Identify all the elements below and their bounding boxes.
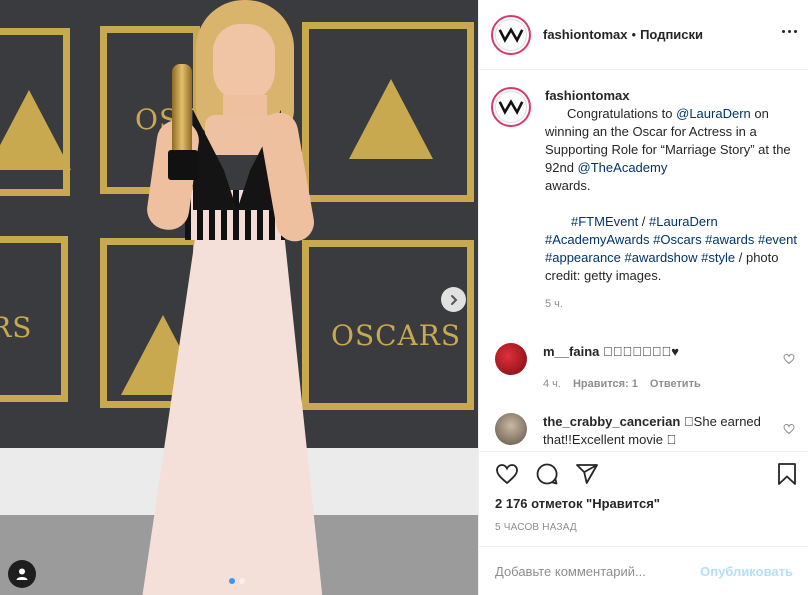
comment-input[interactable]	[495, 564, 701, 579]
post-media[interactable]: OSCARS ARS OSCARS	[0, 0, 478, 595]
publish-button[interactable]: Опубликовать	[700, 564, 793, 579]
carousel-dot-active	[229, 578, 235, 584]
hashtag-link[interactable]: #event	[758, 232, 797, 247]
backdrop-panel: ARS	[0, 236, 68, 402]
post-actions: 2 176 отметок "Нравится" 5 ЧАСОВ НАЗАД О…	[479, 451, 808, 595]
comment-likes[interactable]: Нравится: 1	[573, 375, 638, 393]
comment-text: 󾌷󾌷󾌷󾌷󾌷󾌷󾌷♥	[603, 344, 679, 359]
caption-username[interactable]: fashiontomax	[545, 87, 807, 105]
commenter-username[interactable]: m__faina	[543, 344, 599, 359]
author-avatar[interactable]	[491, 14, 531, 55]
carousel-indicator	[229, 578, 245, 584]
post-timestamp[interactable]: 5 ЧАСОВ НАЗАД	[495, 522, 577, 533]
hashtag-link[interactable]: #Oscars	[653, 232, 701, 247]
hashtag-link[interactable]: #FTMEvent	[571, 214, 638, 229]
comment-timestamp[interactable]: 4 ч.	[543, 375, 561, 393]
hashtag-link[interactable]: #appearance	[545, 250, 621, 265]
header-separator: •	[631, 27, 637, 42]
hashtag-link[interactable]: #awardshow	[625, 250, 698, 265]
heart-icon[interactable]	[783, 353, 795, 365]
oscar-statuette	[172, 64, 192, 164]
caption-text: /	[638, 214, 650, 229]
post-header: fashiontomax • Подписки	[479, 0, 808, 70]
carousel-next-button[interactable]	[441, 287, 466, 312]
oscars-logo-text: OSCARS	[331, 319, 462, 352]
fashiontomax-logo-icon	[498, 99, 524, 115]
likes-count[interactable]: 2 176 отметок "Нравится"	[495, 496, 660, 511]
backdrop-panel: OSCARS	[302, 240, 474, 410]
mention-link[interactable]: @TheAcademy	[578, 160, 668, 175]
caption-timestamp[interactable]: 5 ч.	[545, 295, 807, 313]
caption-text: Congratulations to	[567, 106, 677, 121]
post-caption: fashiontomax Congratulations to @LauraDe…	[491, 87, 807, 313]
like-heart-icon[interactable]	[495, 462, 519, 486]
commenter-avatar[interactable]	[495, 413, 527, 445]
add-comment-bar: Опубликовать	[479, 546, 808, 595]
fashiontomax-logo-icon	[498, 26, 524, 43]
tagged-users-button[interactable]	[8, 560, 36, 588]
reply-button[interactable]: Ответить	[650, 375, 701, 393]
more-options-icon[interactable]	[782, 30, 797, 33]
user-icon	[16, 568, 28, 580]
comments-scroll-area[interactable]: fashiontomax Congratulations to @LauraDe…	[479, 71, 808, 451]
commenter-username[interactable]: the_crabby_cancerian	[543, 414, 680, 429]
backdrop-panel	[0, 28, 71, 196]
chevron-right-icon	[450, 294, 457, 305]
carousel-dot	[239, 578, 245, 584]
caption-text: awards.	[545, 178, 591, 193]
hashtag-link[interactable]: #AcademyAwards	[545, 232, 650, 247]
post-sidebar: fashiontomax • Подписки fashiontomax Con…	[478, 0, 808, 595]
author-username[interactable]: fashiontomax	[543, 27, 628, 42]
mention-link[interactable]: @LauraDern	[676, 106, 751, 121]
backdrop-panel	[302, 22, 474, 202]
heart-icon[interactable]	[783, 423, 795, 435]
share-icon[interactable]	[575, 462, 599, 486]
caption-author-avatar[interactable]	[491, 87, 531, 127]
comment: the_crabby_cancerian 󾌷She earned that!!E…	[495, 413, 795, 449]
hashtag-link[interactable]: #awards	[705, 232, 754, 247]
comment: m__faina 󾌷󾌷󾌷󾌷󾌷󾌷󾌷♥ 4 ч. Нравится: 1 Ответ…	[495, 343, 795, 393]
oscars-logo-text: ARS	[0, 311, 33, 344]
bookmark-icon[interactable]	[775, 462, 799, 486]
comment-icon[interactable]	[535, 462, 559, 486]
hashtag-link[interactable]: #style	[701, 250, 735, 265]
following-button[interactable]: Подписки	[640, 27, 703, 42]
hashtag-link[interactable]: #LauraDern	[649, 214, 718, 229]
commenter-avatar[interactable]	[495, 343, 527, 375]
